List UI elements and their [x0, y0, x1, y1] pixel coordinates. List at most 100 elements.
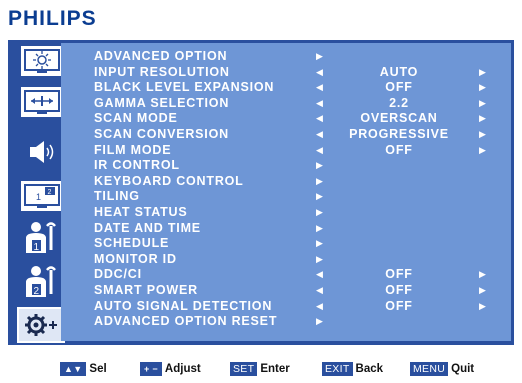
menu-item-value: AUTO: [379, 64, 419, 79]
menu-item-label: BLACK LEVEL EXPANSION: [94, 80, 275, 95]
menu-item[interactable]: BLACK LEVEL EXPANSION ◀ OFF ▶: [94, 80, 504, 95]
increase-arrow-icon[interactable]: ▶: [479, 80, 487, 95]
menu-item[interactable]: DDC/CI ◀ OFF ▶: [94, 267, 504, 282]
pip-badge-1: 1: [36, 192, 41, 202]
advanced-settings-icon: [25, 314, 57, 336]
menu-panel: ADVANCED OPTION ▶ INPUT RESOLUTION ◀ AUTO ▶ BL…: [61, 43, 511, 341]
increase-arrow-icon[interactable]: ▶: [479, 65, 487, 80]
menu-item-label: INPUT RESOLUTION: [94, 64, 230, 79]
submenu-arrow-icon[interactable]: ▶: [316, 189, 324, 204]
sidebar-item-pip[interactable]: 1 2: [21, 181, 63, 211]
pip-icon: 1 2: [24, 184, 60, 208]
sidebar-item-config2[interactable]: 2: [21, 266, 63, 297]
hint-back: EXIT Back: [322, 360, 383, 378]
submenu-arrow-icon[interactable]: ▶: [316, 252, 324, 267]
menu-item-value: OFF: [385, 283, 413, 297]
decrease-arrow-icon[interactable]: ◀: [316, 96, 324, 111]
menu-item[interactable]: IR CONTROL ▶: [94, 158, 504, 173]
decrease-arrow-icon[interactable]: ◀: [316, 299, 324, 314]
submenu-arrow-icon[interactable]: ▶: [316, 49, 324, 64]
menu-item[interactable]: ADVANCED OPTION RESET ▶: [94, 314, 504, 329]
menu-item-label: TILING: [94, 189, 140, 204]
sidebar-item-picture[interactable]: [21, 46, 63, 76]
submenu-arrow-icon[interactable]: ▶: [316, 236, 324, 251]
menu-item[interactable]: TILING ▶: [94, 189, 504, 204]
config1-icon: 1: [26, 222, 56, 253]
decrease-arrow-icon[interactable]: ◀: [316, 111, 324, 126]
menu-item[interactable]: SCAN CONVERSION ◀ PROGRESSIVE ▶: [94, 127, 504, 142]
brightness-icon: [24, 49, 60, 73]
menu-item-label: AUTO SIGNAL DETECTION: [94, 298, 273, 313]
submenu-arrow-icon[interactable]: ▶: [316, 221, 324, 236]
menu-item[interactable]: SCAN MODE ◀ OVERSCAN ▶: [94, 111, 504, 126]
menu-item-label: KEYBOARD CONTROL: [94, 173, 244, 188]
menu-key: MENU: [410, 362, 449, 376]
sidebar-item-audio[interactable]: [21, 137, 63, 167]
increase-arrow-icon[interactable]: ▶: [479, 299, 487, 314]
hint-select-text: Sel: [89, 363, 107, 375]
increase-arrow-icon[interactable]: ▶: [479, 283, 487, 298]
menu-item-value: 2.2: [389, 95, 409, 110]
plusminus-key: + −: [140, 362, 162, 376]
menu-item-value: OFF: [385, 142, 413, 157]
increase-arrow-icon[interactable]: ▶: [479, 267, 487, 282]
menu-item-value: OFF: [385, 267, 413, 282]
hint-enter: SET Enter: [230, 360, 290, 378]
sidebar-item-config1[interactable]: 1: [21, 222, 63, 253]
submenu-arrow-icon[interactable]: ▶: [316, 205, 324, 220]
hint-adjust-text: Adjust: [164, 363, 201, 375]
menu-item-label: FILM MODE: [94, 142, 172, 157]
menu-item-label: SMART POWER: [94, 283, 198, 297]
sidebar-item-screen[interactable]: [21, 87, 63, 117]
submenu-arrow-icon[interactable]: ▶: [316, 314, 324, 329]
menu-item-value: OVERSCAN: [360, 111, 438, 126]
menu-item-value: PROGRESSIVE: [349, 127, 449, 141]
menu-item[interactable]: INPUT RESOLUTION ◀ AUTO ▶: [94, 65, 504, 80]
decrease-arrow-icon[interactable]: ◀: [316, 283, 324, 298]
hint-quit: MENU Quit: [410, 360, 474, 378]
footer-hints: ▲▼ Sel + − Adjust SET Enter EXIT Back ME…: [0, 360, 522, 380]
menu-item[interactable]: DATE AND TIME ▶: [94, 221, 504, 236]
hint-enter-text: Enter: [260, 363, 290, 375]
menu-item-label: HEAT STATUS: [94, 205, 188, 219]
menu-item-label: ADVANCED OPTION RESET: [94, 314, 278, 329]
menu-item[interactable]: FILM MODE ◀ OFF ▶: [94, 143, 504, 158]
increase-arrow-icon[interactable]: ▶: [479, 111, 487, 126]
menu-item-label: ADVANCED OPTION: [94, 49, 228, 63]
submenu-arrow-icon[interactable]: ▶: [316, 158, 324, 173]
menu-item[interactable]: MONITOR ID ▶: [94, 252, 504, 267]
menu-item[interactable]: GAMMA SELECTION ◀ 2.2 ▶: [94, 96, 504, 111]
menu-item-label: IR CONTROL: [94, 158, 180, 173]
menu-item-label: DDC/CI: [94, 267, 142, 282]
decrease-arrow-icon[interactable]: ◀: [316, 80, 324, 95]
decrease-arrow-icon[interactable]: ◀: [316, 267, 324, 282]
increase-arrow-icon[interactable]: ▶: [479, 96, 487, 111]
decrease-arrow-icon[interactable]: ◀: [316, 127, 324, 142]
config2-badge: 2: [34, 286, 40, 297]
menu-item[interactable]: SCHEDULE ▶: [94, 236, 504, 251]
speaker-icon: [30, 141, 54, 163]
decrease-arrow-icon[interactable]: ◀: [316, 143, 324, 158]
menu-item-label: GAMMA SELECTION: [94, 95, 230, 110]
menu-item[interactable]: AUTO SIGNAL DETECTION ◀ OFF ▶: [94, 299, 504, 314]
menu-item[interactable]: HEAT STATUS ▶: [94, 205, 504, 220]
sidebar-item-advanced[interactable]: [17, 307, 65, 343]
menu-item-value: OFF: [385, 80, 413, 95]
menu-item-label: SCAN MODE: [94, 111, 178, 126]
submenu-arrow-icon[interactable]: ▶: [316, 174, 324, 189]
increase-arrow-icon[interactable]: ▶: [479, 143, 487, 158]
hint-quit-text: Quit: [451, 363, 475, 375]
brand-logo: PHILIPS: [8, 7, 97, 30]
hint-select: ▲▼ Sel: [60, 360, 107, 378]
menu-item[interactable]: KEYBOARD CONTROL ▶: [94, 174, 504, 189]
hint-back-text: Back: [355, 363, 384, 375]
menu-item-value: OFF: [385, 298, 413, 313]
menu-item[interactable]: ADVANCED OPTION ▶: [94, 49, 504, 64]
increase-arrow-icon[interactable]: ▶: [479, 127, 487, 142]
menu-item-label: MONITOR ID: [94, 251, 177, 266]
hint-adjust: + − Adjust: [140, 360, 201, 378]
set-key: SET: [230, 362, 258, 376]
menu-item[interactable]: SMART POWER ◀ OFF ▶: [94, 283, 504, 298]
decrease-arrow-icon[interactable]: ◀: [316, 65, 324, 80]
pip-badge-2: 2: [48, 189, 52, 196]
